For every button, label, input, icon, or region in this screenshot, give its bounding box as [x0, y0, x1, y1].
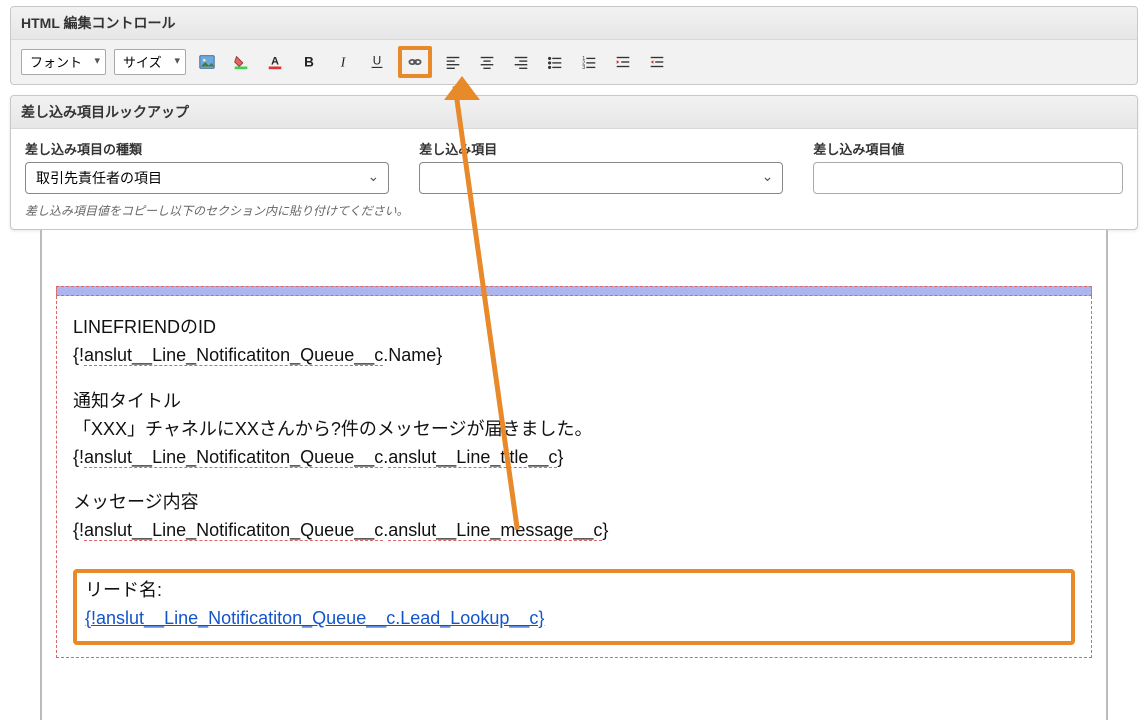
underline-icon[interactable]: U	[364, 50, 390, 74]
html-controls-title: HTML 編集コントロール	[11, 7, 1137, 40]
merge-field-select[interactable]	[419, 162, 783, 194]
body-line-7: {!anslut__Line_Notificatiton_Queue__c.an…	[73, 517, 1075, 545]
image-icon[interactable]	[194, 50, 220, 74]
svg-text:B: B	[304, 55, 314, 70]
merge-lookup-body: 差し込み項目の種類 取引先責任者の項目 差し込み項目 差し込み項目値	[11, 129, 1137, 198]
align-right-icon[interactable]	[508, 50, 534, 74]
merge-type-label: 差し込み項目の種類	[25, 139, 389, 158]
body-line-3: 通知タイトル	[73, 388, 1075, 416]
email-body[interactable]: LINEFRIENDのID {!anslut__Line_Notificatit…	[56, 296, 1092, 658]
numbered-list-icon[interactable]: 123	[576, 50, 602, 74]
editor-canvas[interactable]: LINEFRIENDのID {!anslut__Line_Notificatit…	[40, 230, 1108, 720]
lead-label: リード名:	[85, 577, 1063, 605]
body-line-2: {!anslut__Line_Notificatiton_Queue__c.Na…	[73, 342, 1075, 370]
merge-value-input[interactable]	[813, 162, 1123, 194]
svg-text:3: 3	[582, 65, 585, 71]
merge-hint: 差し込み項目値をコピーし以下のセクション内に貼り付けてください。	[11, 198, 1137, 229]
bold-icon[interactable]: B	[296, 50, 322, 74]
svg-text:U: U	[373, 55, 381, 68]
header-band	[56, 286, 1092, 296]
merge-lookup-title: 差し込み項目ルックアップ	[11, 96, 1137, 129]
align-center-icon[interactable]	[474, 50, 500, 74]
link-highlight-box	[398, 46, 432, 78]
link-icon[interactable]	[402, 50, 428, 74]
merge-lookup-panel: 差し込み項目ルックアップ 差し込み項目の種類 取引先責任者の項目 差し込み項目 …	[10, 95, 1138, 230]
text-color-icon[interactable]: A	[262, 50, 288, 74]
background-color-icon[interactable]	[228, 50, 254, 74]
merge-value-label: 差し込み項目値	[813, 139, 1123, 158]
italic-icon[interactable]: I	[330, 50, 356, 74]
body-line-5: {!anslut__Line_Notificatiton_Queue__c.an…	[73, 444, 1075, 472]
body-line-6: メッセージ内容	[73, 489, 1075, 517]
merge-field-label: 差し込み項目	[419, 139, 783, 158]
body-line-1: LINEFRIENDのID	[73, 314, 1075, 342]
html-toolbar: フォント サイズ A B I U 123	[11, 40, 1137, 84]
align-left-icon[interactable]	[440, 50, 466, 74]
bullet-list-icon[interactable]	[542, 50, 568, 74]
size-select[interactable]: サイズ	[114, 49, 186, 75]
svg-text:I: I	[340, 55, 347, 70]
body-line-4: 「XXX」チャネルにXXさんから?件のメッセージが届きました。	[73, 416, 1075, 444]
html-controls-panel: HTML 編集コントロール フォント サイズ A B I U 123	[10, 6, 1138, 85]
svg-text:A: A	[271, 56, 279, 68]
font-select[interactable]: フォント	[21, 49, 106, 75]
indent-icon[interactable]	[610, 50, 636, 74]
outdent-icon[interactable]	[644, 50, 670, 74]
merge-type-select[interactable]: 取引先責任者の項目	[25, 162, 389, 194]
lead-link[interactable]: {!anslut__Line_Notificatiton_Queue__c.Le…	[85, 608, 544, 628]
editor-frame: LINEFRIENDのID {!anslut__Line_Notificatit…	[10, 230, 1138, 720]
lead-highlight-box: リード名: {!anslut__Line_Notificatiton_Queue…	[73, 569, 1075, 645]
